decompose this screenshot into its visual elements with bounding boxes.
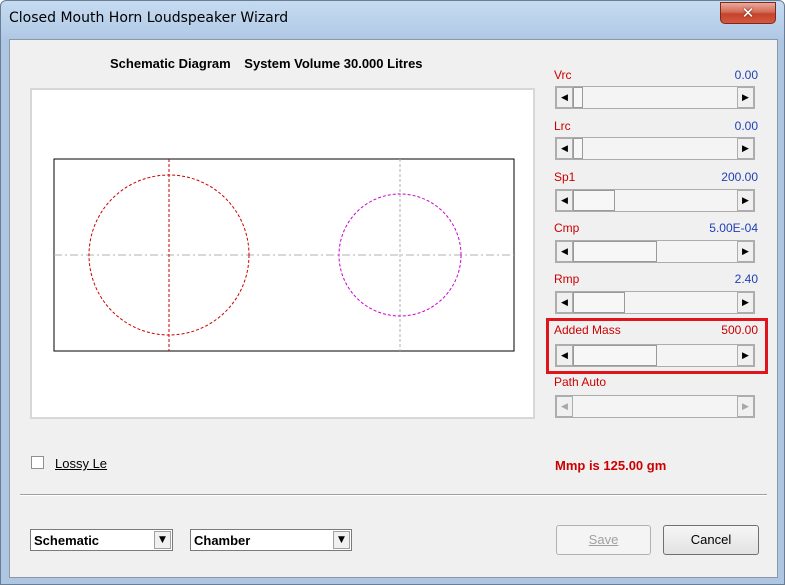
save-button-label: Save xyxy=(588,532,619,547)
part-select-value: Chamber xyxy=(194,533,251,548)
divider xyxy=(20,494,767,496)
lossy-le-text: Lossy Le xyxy=(55,456,108,471)
part-select[interactable]: Chamber ▼ xyxy=(190,529,352,551)
view-select[interactable]: Schematic ▼ xyxy=(30,529,173,551)
schematic-drawing xyxy=(53,158,515,352)
lossy-le-checkbox[interactable] xyxy=(31,456,44,469)
scroll-left-arrow-icon[interactable]: ◀ xyxy=(556,292,573,313)
scroll-left-arrow-icon[interactable]: ◀ xyxy=(556,190,573,211)
rmp-scrollbar[interactable]: ◀ ▶ xyxy=(555,291,755,314)
rmp-label: Rmp xyxy=(554,272,580,286)
system-volume: System Volume 30.000 Litres xyxy=(244,56,423,71)
mmp-status: Mmp is 125.00 gm xyxy=(555,458,667,473)
cmp-slider-thumb[interactable] xyxy=(573,241,657,262)
sp1-value: 200.00 xyxy=(721,170,758,184)
scroll-right-arrow-icon[interactable]: ▶ xyxy=(737,87,754,108)
scroll-left-arrow-icon[interactable]: ◀ xyxy=(556,87,573,108)
title-bar[interactable]: Closed Mouth Horn Loudspeaker Wizard ✕ xyxy=(1,1,784,37)
lrc-scrollbar[interactable]: ◀ ▶ xyxy=(555,137,755,160)
schematic-diagram xyxy=(30,88,535,419)
sp1-scrollbar[interactable]: ◀ ▶ xyxy=(555,189,755,212)
scroll-right-arrow-icon[interactable]: ▶ xyxy=(737,241,754,262)
window-title: Closed Mouth Horn Loudspeaker Wizard xyxy=(9,10,289,26)
close-icon: ✕ xyxy=(741,4,755,22)
rmp-value: 2.40 xyxy=(734,272,758,286)
lrc-value: 0.00 xyxy=(734,119,758,133)
cmp-scrollbar[interactable]: ◀ ▶ xyxy=(555,240,755,263)
scroll-left-arrow-icon: ◀ xyxy=(556,396,573,417)
close-button[interactable]: ✕ xyxy=(720,2,776,24)
cmp-value: 5.00E-04 xyxy=(709,221,758,235)
schematic-heading: Schematic Diagram System Volume 30.000 L… xyxy=(110,56,433,71)
sp1-label: Sp1 xyxy=(554,170,576,184)
vrc-scrollbar[interactable]: ◀ ▶ xyxy=(555,86,755,109)
schematic-title: Schematic Diagram xyxy=(110,56,231,71)
chevron-down-icon[interactable]: ▼ xyxy=(154,531,171,549)
lossy-le-label[interactable]: Lossy Le xyxy=(55,456,107,471)
vrc-slider-thumb[interactable] xyxy=(573,87,583,108)
path-scrollbar: ◀ ▶ xyxy=(555,395,755,418)
rmp-slider-thumb[interactable] xyxy=(573,292,625,313)
lrc-label: Lrc xyxy=(554,119,571,133)
added-mass-highlight-box xyxy=(546,318,768,374)
vrc-value: 0.00 xyxy=(734,68,758,82)
chevron-down-icon[interactable]: ▼ xyxy=(333,531,350,549)
wizard-window: Closed Mouth Horn Loudspeaker Wizard ✕ S… xyxy=(0,0,785,585)
cmp-label: Cmp xyxy=(554,221,580,235)
vrc-label: Vrc xyxy=(554,68,572,82)
dialog-body: Schematic Diagram System Volume 30.000 L… xyxy=(9,39,778,578)
view-select-value: Schematic xyxy=(34,533,100,548)
lrc-slider-thumb[interactable] xyxy=(573,138,583,159)
save-button[interactable]: Save xyxy=(556,525,651,555)
path-auto-label: Path Auto xyxy=(554,375,607,389)
sp1-slider-thumb[interactable] xyxy=(573,190,615,211)
scroll-right-arrow-icon[interactable]: ▶ xyxy=(737,138,754,159)
scroll-right-arrow-icon: ▶ xyxy=(737,396,754,417)
scroll-right-arrow-icon[interactable]: ▶ xyxy=(737,190,754,211)
scroll-right-arrow-icon[interactable]: ▶ xyxy=(737,292,754,313)
cancel-button[interactable]: Cancel xyxy=(663,525,759,555)
scroll-left-arrow-icon[interactable]: ◀ xyxy=(556,241,573,262)
scroll-left-arrow-icon[interactable]: ◀ xyxy=(556,138,573,159)
